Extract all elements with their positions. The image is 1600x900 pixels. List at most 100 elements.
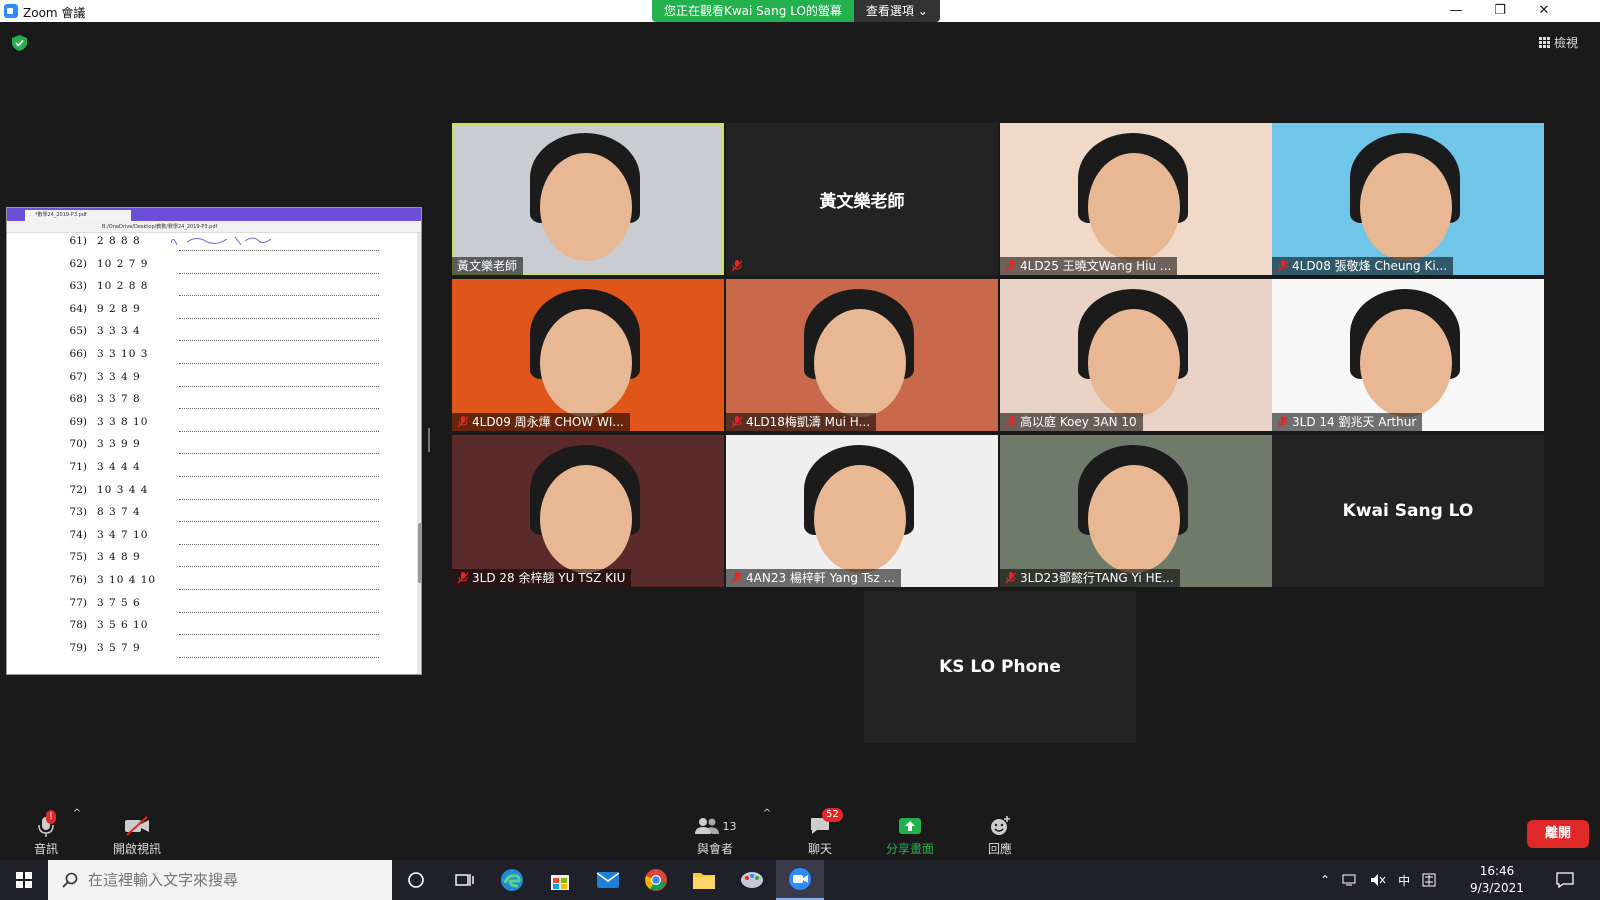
restore-button[interactable]: ❐	[1478, 0, 1522, 22]
action-center-button[interactable]	[1556, 860, 1574, 900]
pdf-scrollbar[interactable]	[417, 233, 421, 674]
pdf-question-row: 77) 3 7 5 6	[7, 597, 417, 620]
question-number: 73)	[69, 506, 87, 519]
participant-tile[interactable]: Kwai Sang LO	[1272, 435, 1544, 587]
participant-tile[interactable]: 4LD25 王曉文Wang Hiu ...	[1000, 123, 1272, 275]
task-view-button[interactable]	[440, 860, 488, 900]
clock-time: 16:46	[1479, 864, 1515, 878]
volume-muted-icon[interactable]	[1370, 873, 1386, 887]
pdf-question-row: 76) 3 10 4 10	[7, 574, 417, 597]
window-title: Zoom 會議	[23, 6, 86, 20]
answer-line	[179, 521, 379, 523]
participant-tile[interactable]: 3LD 14 劉兆天 Arthur	[1272, 279, 1544, 431]
participant-tile[interactable]: 3LD23鄧懿行TANG Yi HE...	[1000, 435, 1272, 587]
participant-tile[interactable]: 4LD08 張敬烽 Cheung Ki...	[1272, 123, 1544, 275]
pdf-scroll-thumb[interactable]	[418, 523, 421, 583]
question-values: 3 4 8 9	[97, 551, 141, 564]
muted-mic-icon	[732, 260, 742, 272]
pdf-question-row: 67) 3 3 4 9	[7, 371, 417, 394]
chat-button[interactable]: 聊天 52	[802, 808, 843, 857]
windows-taskbar: ⌃ 中 16:46 9/3/2021	[0, 860, 1600, 900]
participant-video-face	[540, 153, 632, 261]
participant-tile[interactable]: 4LD18梅凱濤 Mui H...	[726, 279, 998, 431]
pdf-address-bar[interactable]: B:/OneDrive/Desktop/教數/數學24_2019-P3.pdf	[7, 221, 421, 233]
participant-tile[interactable]: 黃文樂老師	[726, 123, 998, 275]
pdf-question-row: 74) 3 4 7 10	[7, 529, 417, 552]
audio-options-caret[interactable]: ^	[71, 808, 83, 819]
question-values: 3 4 4 4	[97, 461, 141, 473]
taskbar-search-input[interactable]	[88, 871, 378, 889]
audio-label: 音訊	[33, 842, 58, 856]
taskbar-store[interactable]	[536, 860, 584, 900]
view-options-button[interactable]: 查看選項 ⌄	[853, 0, 940, 22]
participant-video-face	[814, 465, 906, 573]
shared-screen-pdf-window[interactable]: *數學24_2019-P3.pdf B:/OneDrive/Desktop/教數…	[6, 207, 422, 675]
ime-mode-icon[interactable]	[1422, 873, 1436, 887]
participant-tile[interactable]: 黃文樂老師	[452, 123, 724, 275]
share-screen-label: 分享畫面	[885, 842, 934, 856]
participant-name-label: 4LD09 周永燁 CHOW WI...	[452, 413, 630, 431]
chrome-icon	[645, 869, 667, 891]
taskbar-chrome[interactable]	[632, 860, 680, 900]
start-video-button[interactable]: 開啟視訊	[108, 814, 166, 857]
participant-video-face	[1088, 153, 1180, 261]
taskbar-clock[interactable]: 16:46 9/3/2021	[1462, 863, 1532, 897]
minimize-button[interactable]: —	[1434, 0, 1478, 22]
question-number: 68)	[69, 393, 87, 406]
meeting-toolbar: 音訊 ! ^ 開啟視訊 13 與會者 ^ 聊天 52 分享畫面 回應	[0, 808, 1600, 860]
paint-palette-icon	[741, 872, 763, 888]
taskbar-edge[interactable]	[488, 860, 536, 900]
taskbar-file-explorer[interactable]	[680, 860, 728, 900]
question-number: 65)	[69, 325, 87, 338]
participant-tile[interactable]: KS LO Phone	[864, 591, 1136, 743]
pdf-question-row: 68) 3 3 7 8	[7, 393, 417, 416]
start-button[interactable]	[0, 860, 48, 900]
taskbar-mail[interactable]	[584, 860, 632, 900]
pdf-question-row: 75) 3 4 8 9	[7, 551, 417, 574]
question-values: 3 5 6 10	[97, 619, 149, 632]
participant-name-label: 4AN23 楊梓軒 Yang Tsz ...	[726, 569, 901, 587]
network-icon[interactable]	[1342, 873, 1358, 887]
folder-icon	[693, 873, 715, 889]
audio-button[interactable]: 音訊 !	[30, 810, 62, 857]
view-button-label: 檢視	[1553, 36, 1578, 50]
split-view-handle[interactable]	[428, 428, 430, 452]
share-screen-button[interactable]: 分享畫面	[880, 814, 940, 857]
answer-line	[179, 295, 379, 297]
ime-indicator[interactable]: 中	[1398, 872, 1410, 889]
muted-mic-icon	[1006, 416, 1016, 428]
answer-line	[179, 385, 379, 387]
question-number: 64)	[69, 302, 87, 315]
pdf-tab[interactable]: *數學24_2019-P3.pdf	[25, 210, 131, 221]
participant-tile[interactable]: 高以庭 Koey 3AN 10	[1000, 279, 1272, 431]
question-number: 72)	[69, 483, 87, 496]
answer-line	[179, 272, 379, 274]
close-button[interactable]: ✕	[1522, 0, 1566, 22]
participant-tile[interactable]: 3LD 28 余梓翹 YU TSZ KIU	[452, 435, 724, 587]
taskbar-search-box[interactable]	[48, 860, 392, 900]
encryption-shield-icon[interactable]	[12, 35, 27, 51]
handwriting-annotation	[170, 236, 272, 246]
tray-overflow-chevron-icon[interactable]: ⌃	[1320, 873, 1330, 887]
pdf-question-row: 73) 8 3 7 4	[7, 506, 417, 529]
participants-options-caret[interactable]: ^	[761, 808, 773, 819]
taskbar-zoom[interactable]	[776, 860, 824, 900]
question-number: 79)	[69, 641, 87, 654]
participant-tile[interactable]: 4LD09 周永燁 CHOW WI...	[452, 279, 724, 431]
participants-button[interactable]: 13 與會者	[690, 814, 740, 857]
cortana-button[interactable]	[392, 860, 440, 900]
question-values: 3 3 10 3	[97, 348, 149, 360]
muted-mic-icon	[1006, 572, 1016, 584]
zoom-app-icon	[4, 4, 18, 18]
leave-meeting-button[interactable]: 離開	[1527, 820, 1589, 848]
chat-unread-badge: 52	[822, 808, 843, 822]
answer-line	[179, 566, 379, 568]
taskbar-paint-app[interactable]	[728, 860, 776, 900]
gallery-view-button[interactable]: 檢視	[1538, 34, 1578, 51]
reactions-button[interactable]: 回應	[982, 814, 1018, 857]
task-view-icon	[455, 874, 474, 886]
pdf-question-row: 72) 10 3 4 4	[7, 484, 417, 507]
answer-line	[179, 363, 379, 364]
muted-mic-icon	[1006, 260, 1016, 272]
participant-tile[interactable]: 4AN23 楊梓軒 Yang Tsz ...	[726, 435, 998, 587]
